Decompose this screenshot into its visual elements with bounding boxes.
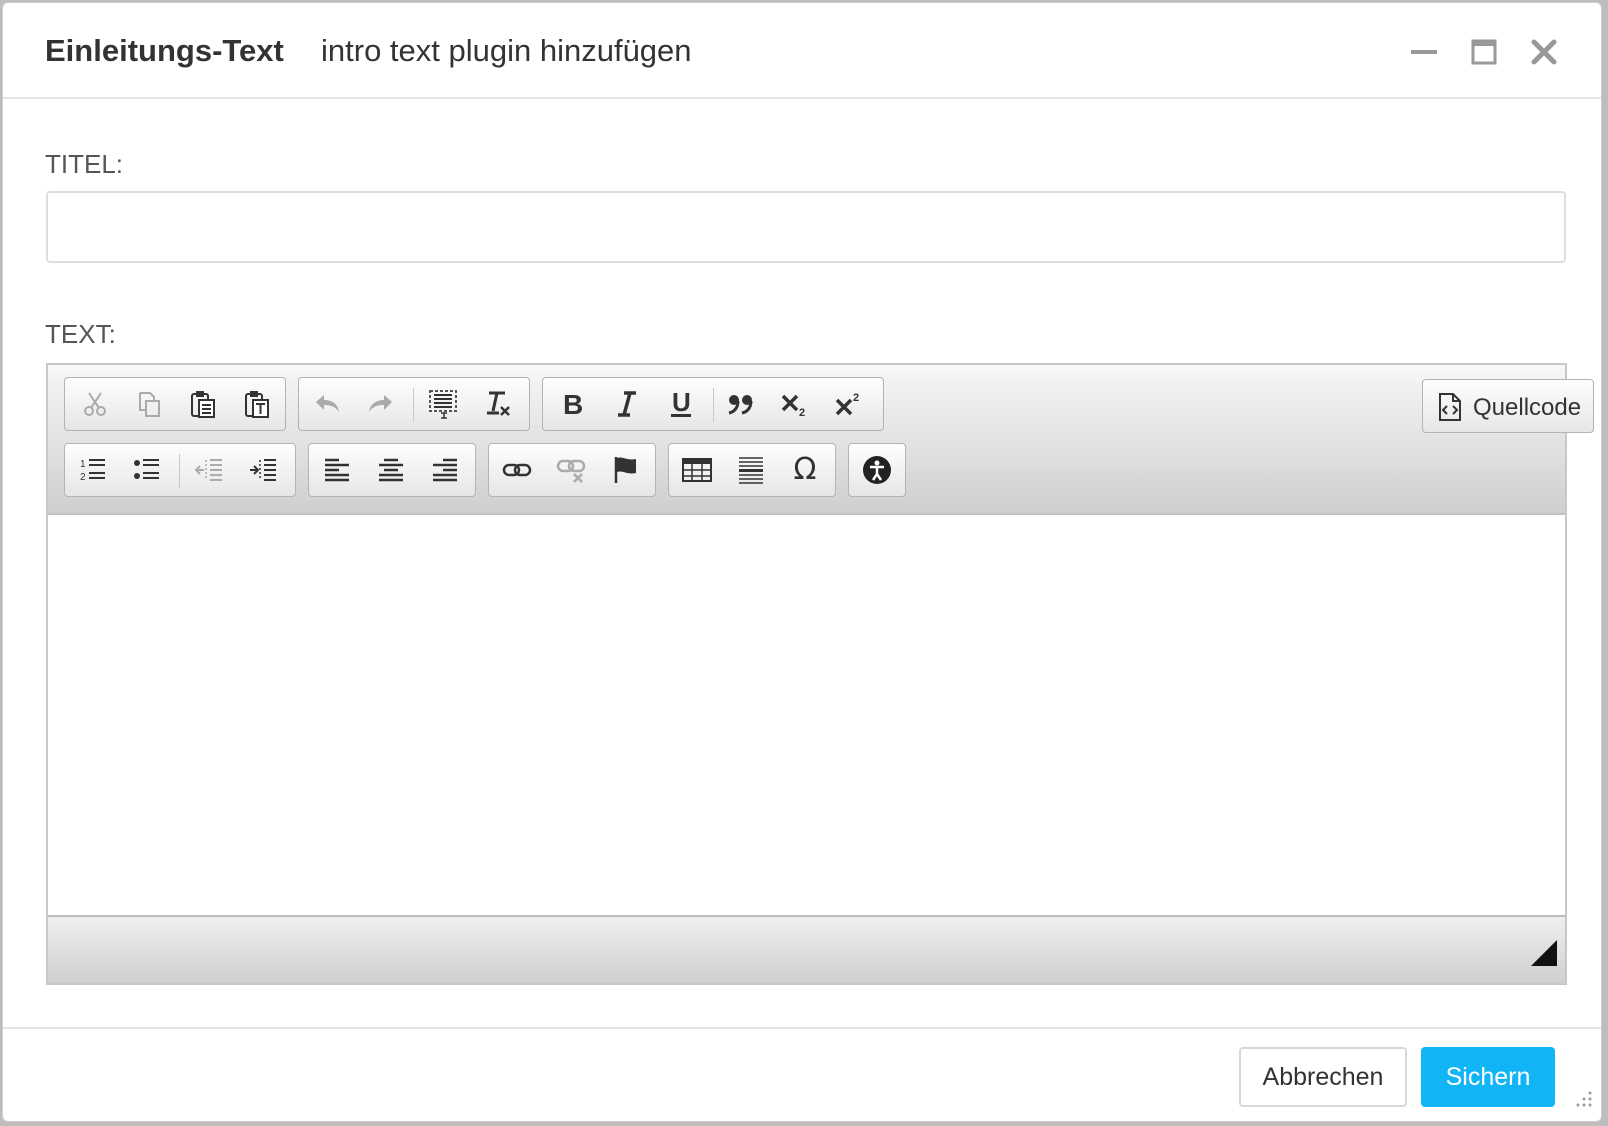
remove-format-icon[interactable] (477, 384, 517, 424)
table-icon[interactable] (677, 450, 717, 490)
list-group: 12 (64, 443, 296, 497)
dialog: Einleitungs-Text intro text plugin hinzu… (2, 2, 1602, 1122)
svg-text:1: 1 (80, 459, 86, 470)
superscript-icon[interactable]: 2 (829, 384, 869, 424)
copy-icon[interactable] (129, 384, 169, 424)
source-code-button[interactable]: Quellcode (1422, 379, 1594, 433)
numbered-list-icon[interactable]: 12 (73, 450, 113, 490)
basic-styles-group: B U 2 2 (542, 377, 884, 431)
indent-icon[interactable] (243, 450, 283, 490)
editor-toolbar: B U 2 2 Quellcode 1 2 Ω (48, 365, 1594, 515)
paste-text-icon[interactable] (237, 384, 277, 424)
editor-statusbar (48, 915, 1565, 983)
svg-text:U: U (672, 389, 691, 417)
links-group (488, 443, 656, 497)
source-code-icon (1437, 392, 1463, 427)
history-group (298, 377, 530, 431)
align-center-icon[interactable] (371, 450, 411, 490)
toolbar-separator (413, 388, 414, 422)
titel-label: TITEL: (45, 149, 124, 179)
source-code-label: Quellcode (1473, 394, 1582, 421)
text-label: TEXT: (45, 319, 116, 349)
titel-input[interactable] (46, 191, 1566, 263)
cut-icon[interactable] (75, 384, 115, 424)
maximize-icon[interactable] (1467, 35, 1501, 69)
minimize-icon[interactable] (1407, 35, 1441, 69)
svg-text:2: 2 (799, 407, 805, 418)
save-button[interactable]: Sichern (1421, 1047, 1555, 1107)
dialog-titlebar: Einleitungs-Text intro text plugin hinzu… (3, 3, 1601, 99)
unlink-icon[interactable] (551, 450, 591, 490)
redo-icon[interactable] (361, 384, 401, 424)
editor-content-area[interactable] (48, 515, 1565, 917)
cancel-button[interactable]: Abbrechen (1239, 1047, 1407, 1107)
dialog-title: Einleitungs-Text (45, 33, 284, 68)
blockquote-icon[interactable] (721, 384, 761, 424)
svg-text:2: 2 (80, 472, 86, 483)
select-all-icon[interactable] (423, 384, 463, 424)
link-icon[interactable] (497, 450, 537, 490)
dialog-resize-grip[interactable] (1571, 1088, 1593, 1115)
subscript-icon[interactable]: 2 (775, 384, 815, 424)
outdent-icon[interactable] (189, 450, 229, 490)
special-char-icon[interactable]: Ω (785, 450, 825, 490)
anchor-flag-icon[interactable] (605, 450, 645, 490)
undo-icon[interactable] (307, 384, 347, 424)
alignment-group (308, 443, 476, 497)
accessibility-icon[interactable] (857, 450, 897, 490)
horizontal-rule-icon[interactable] (731, 450, 771, 490)
insert-group: Ω (668, 443, 836, 497)
svg-text:2: 2 (853, 392, 859, 404)
italic-icon[interactable] (607, 384, 647, 424)
editor-resize-handle[interactable] (1531, 940, 1557, 971)
bold-icon[interactable]: B (553, 384, 593, 424)
align-right-icon[interactable] (425, 450, 465, 490)
dialog-subtitle: intro text plugin hinzufügen (321, 33, 692, 68)
accessibility-group (848, 443, 906, 497)
bulleted-list-icon[interactable] (127, 450, 167, 490)
toolbar-separator (713, 388, 714, 422)
paste-icon[interactable] (183, 384, 223, 424)
underline-icon[interactable]: U (661, 384, 701, 424)
close-icon[interactable] (1527, 35, 1561, 69)
rich-text-editor: B U 2 2 Quellcode 1 2 Ω (46, 363, 1594, 985)
svg-text:B: B (563, 390, 583, 418)
clipboard-group (64, 377, 286, 431)
toolbar-separator (179, 454, 180, 488)
align-left-icon[interactable] (317, 450, 357, 490)
